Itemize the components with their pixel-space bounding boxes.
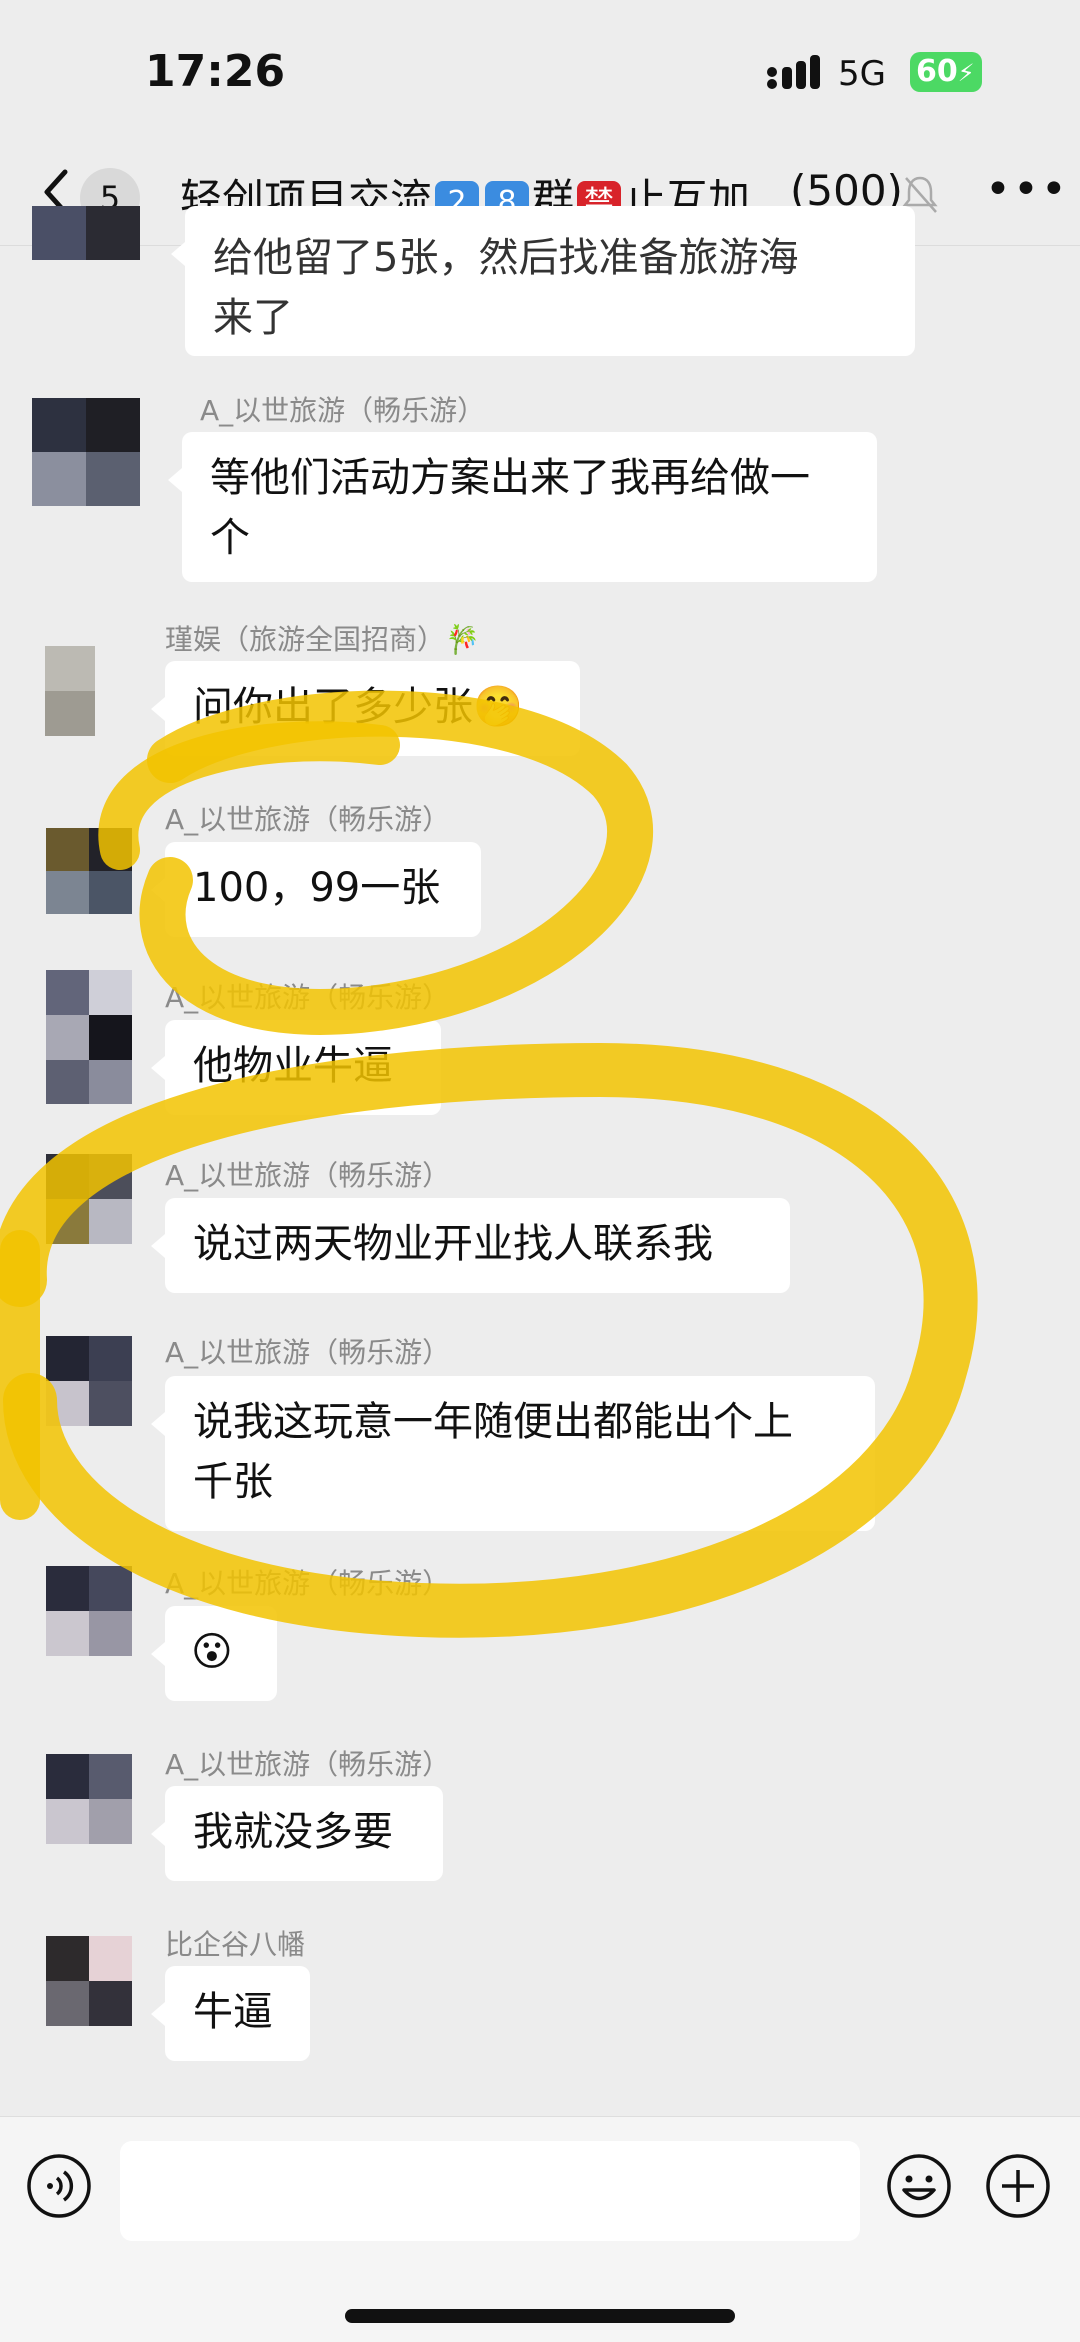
sender-name: A_以世旅游（畅乐游） [165, 1159, 451, 1192]
message-input[interactable] [120, 2141, 860, 2241]
sender-name: A_以世旅游（畅乐游） [165, 1748, 451, 1781]
avatar[interactable] [32, 398, 140, 506]
surprised-emoji: 😮 [191, 1629, 233, 1675]
avatar[interactable] [32, 206, 140, 272]
more-icon[interactable]: ••• [985, 168, 1069, 212]
avatar[interactable] [45, 646, 95, 736]
sender-name: A_以世旅游（畅乐游） [165, 981, 451, 1014]
avatar[interactable] [46, 1336, 132, 1426]
sender-name: 瑾娱（旅游全国招商）🎋 [165, 618, 480, 658]
voice-icon[interactable] [26, 2153, 92, 2219]
chat-list: 给他留了5张，然后找准备旅游海 来了 A_以世旅游（畅乐游） 等他们活动方案出来… [0, 206, 1080, 2116]
sender-name: 比企谷八幡 [165, 1928, 306, 1961]
message-bubble: 100，99一张 [151, 842, 481, 937]
message-bubble: 说过两天物业开业找人联系我 [151, 1198, 790, 1293]
battery-level: 60 [916, 54, 958, 89]
message-bubble: 他物业牛逼 [151, 1020, 441, 1115]
avatar[interactable] [46, 1154, 132, 1244]
battery-indicator: 60⚡ [910, 52, 982, 92]
avatar[interactable] [46, 970, 132, 1104]
home-indicator[interactable] [345, 2309, 735, 2323]
status-bar: 17:26 5G 60⚡ [0, 0, 1080, 140]
message-text: 问你出了多少张 [193, 684, 473, 730]
message-bubble: 给他留了5张，然后找准备旅游海 来了 [171, 206, 915, 356]
charging-icon: ⚡ [957, 59, 975, 87]
sender-name: A_以世旅游（畅乐游） [165, 1567, 451, 1600]
signal-icon [767, 55, 820, 89]
message-bubble: 问你出了多少张🤭 [151, 661, 580, 756]
message-bubble: 说我这玩意一年随便出都能出个上 千张 [151, 1376, 875, 1531]
message-bubble: 等他们活动方案出来了我再给做一 个 [168, 432, 877, 582]
plus-icon[interactable] [985, 2153, 1051, 2219]
message-bubble: 😮 [151, 1606, 277, 1701]
hand-over-mouth-emoji: 🤭 [473, 684, 523, 730]
sender-name: A_以世旅游（畅乐游） [165, 1336, 451, 1369]
sender-name-text: 瑾娱（旅游全国招商） [165, 623, 446, 656]
emoji-icon[interactable] [886, 2153, 952, 2219]
bamboo-emoji: 🎋 [445, 623, 480, 656]
message-bubble: 牛逼 [151, 1966, 310, 2061]
status-time: 17:26 [145, 46, 286, 97]
avatar[interactable] [46, 828, 132, 914]
message-bubble: 我就没多要 [151, 1786, 443, 1881]
sender-name: A_以世旅游（畅乐游） [165, 803, 451, 836]
sender-name: A_以世旅游（畅乐游） [200, 394, 486, 427]
avatar[interactable] [46, 1754, 132, 1844]
network-type: 5G [838, 54, 886, 94]
avatar[interactable] [46, 1936, 132, 2026]
message-input-bar [0, 2116, 1080, 2342]
avatar[interactable] [46, 1566, 132, 1656]
